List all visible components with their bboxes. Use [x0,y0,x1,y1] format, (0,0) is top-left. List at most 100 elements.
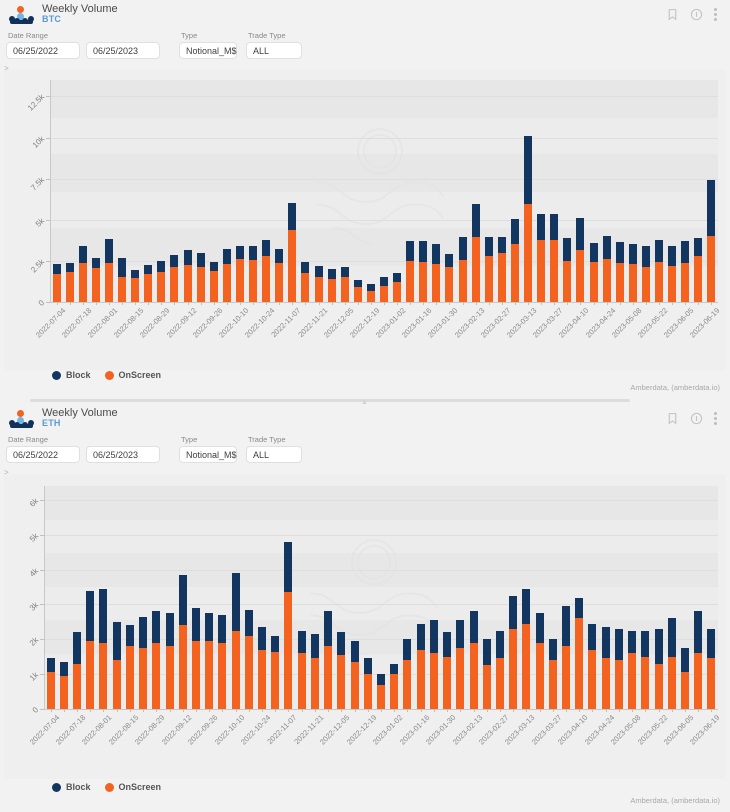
bar-stack[interactable] [328,269,336,302]
bar-stack[interactable] [668,618,676,709]
bar-stack[interactable] [354,279,362,302]
bar-stack[interactable] [470,611,478,709]
bar-stack[interactable] [223,249,231,302]
bar-stack[interactable] [232,573,240,709]
bar-stack[interactable] [694,237,702,302]
bar-stack[interactable] [393,273,401,302]
bar-stack[interactable] [655,628,663,709]
bar-stack[interactable] [403,639,411,709]
bar-stack[interactable] [562,606,570,709]
bar-stack[interactable] [485,237,493,302]
bar-stack[interactable] [694,611,702,709]
bar-stack[interactable] [262,240,270,302]
bar-stack[interactable] [641,630,649,709]
info-circle-icon[interactable] [690,412,703,425]
date-to-input[interactable]: 06/25/2023 [86,42,160,59]
bar-stack[interactable] [707,179,715,302]
bar-stack[interactable] [105,238,113,302]
bar-stack[interactable] [218,614,226,709]
bookmark-icon[interactable] [666,412,679,425]
type-select[interactable]: Notional_M$ [179,42,237,59]
bar-stack[interactable] [192,607,200,709]
bar-stack[interactable] [615,628,623,709]
date-to-input[interactable]: 06/25/2023 [86,446,160,463]
bar-stack[interactable] [113,621,121,709]
bar-stack[interactable] [284,541,292,709]
bar-stack[interactable] [99,588,107,709]
bar-stack[interactable] [628,630,636,709]
bar-stack[interactable] [417,623,425,709]
bar-stack[interactable] [590,242,598,302]
bar-stack[interactable] [79,246,87,302]
bar-stack[interactable] [66,262,74,302]
bar-stack[interactable] [655,240,663,302]
bar-stack[interactable] [298,630,306,709]
bar-stack[interactable] [443,632,451,709]
bar-stack[interactable] [166,613,174,709]
bar-stack[interactable] [337,632,345,709]
bar-stack[interactable] [681,648,689,709]
bar-stack[interactable] [377,674,385,709]
bar-stack[interactable] [47,658,55,709]
bar-stack[interactable] [603,236,611,302]
bar-stack[interactable] [288,202,296,302]
bar-stack[interactable] [707,628,715,709]
date-from-input[interactable]: 06/25/2022 [6,446,80,463]
bar-stack[interactable] [53,264,61,302]
bar-stack[interactable] [563,237,571,302]
bar-stack[interactable] [602,627,610,709]
type-select[interactable]: Notional_M$ [179,446,237,463]
bar-stack[interactable] [668,246,676,302]
trade-type-select[interactable]: ALL [246,446,302,463]
bar-stack[interactable] [483,639,491,709]
bar-stack[interactable] [445,253,453,302]
bar-stack[interactable] [537,214,545,302]
bar-stack[interactable] [271,635,279,709]
bar-stack[interactable] [131,269,139,302]
bar-stack[interactable] [139,616,147,709]
bar-stack[interactable] [472,204,480,302]
bar-stack[interactable] [324,611,332,709]
bar-stack[interactable] [575,597,583,709]
bar-stack[interactable] [210,261,218,302]
bar-stack[interactable] [184,250,192,302]
bar-stack[interactable] [73,632,81,709]
bar-stack[interactable] [430,620,438,709]
trade-type-select[interactable]: ALL [246,42,302,59]
bar-stack[interactable] [311,634,319,709]
bar-stack[interactable] [126,625,134,709]
bar-stack[interactable] [524,135,532,302]
date-from-input[interactable]: 06/25/2022 [6,42,80,59]
bar-stack[interactable] [301,261,309,302]
bar-stack[interactable] [616,242,624,302]
bar-stack[interactable] [456,620,464,709]
bar-stack[interactable] [152,611,160,709]
bar-stack[interactable] [432,244,440,302]
legend-item[interactable]: OnScreen [104,370,161,380]
bar-stack[interactable] [205,613,213,709]
bar-stack[interactable] [511,218,519,302]
bar-stack[interactable] [367,283,375,302]
bar-stack[interactable] [509,595,517,709]
bar-stack[interactable] [86,590,94,709]
bar-stack[interactable] [275,249,283,302]
bar-stack[interactable] [157,260,165,302]
legend-item[interactable]: OnScreen [104,782,161,792]
bar-stack[interactable] [236,246,244,302]
legend-item[interactable]: Block [52,782,91,792]
bar-stack[interactable] [170,255,178,302]
bar-stack[interactable] [118,257,126,302]
bar-stack[interactable] [258,627,266,709]
bar-stack[interactable] [588,623,596,709]
bar-stack[interactable] [629,244,637,302]
bar-stack[interactable] [197,252,205,302]
bar-stack[interactable] [245,609,253,709]
bar-stack[interactable] [364,658,372,709]
kebab-menu-icon[interactable] [714,7,718,21]
bar-stack[interactable] [419,241,427,302]
bar-stack[interactable] [249,246,257,302]
kebab-menu-icon[interactable] [714,411,718,425]
bar-stack[interactable] [498,237,506,302]
bookmark-icon[interactable] [666,8,679,21]
bar-stack[interactable] [179,574,187,709]
